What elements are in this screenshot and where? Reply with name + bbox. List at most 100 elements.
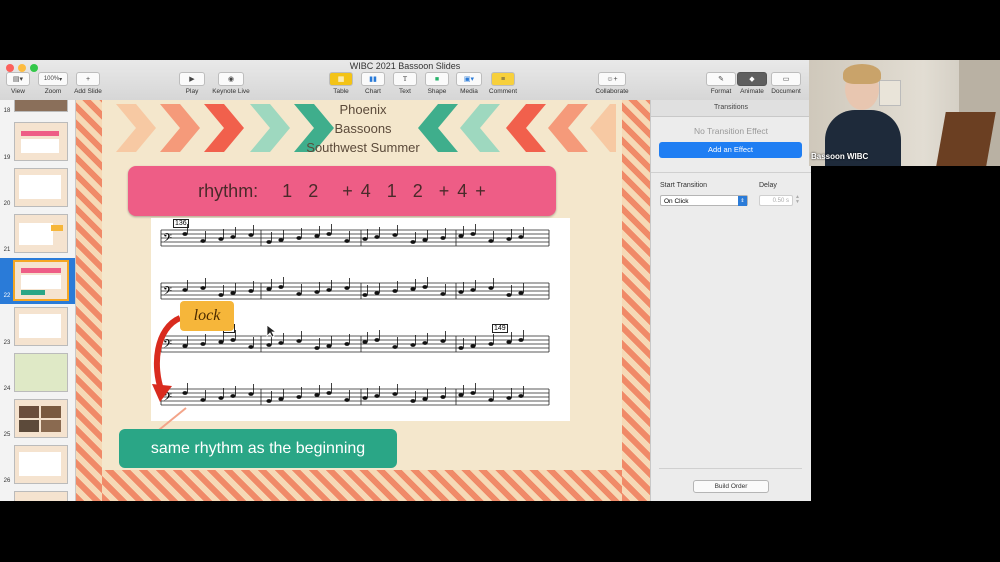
note-head bbox=[458, 346, 464, 350]
slide-thumbnail-26[interactable] bbox=[14, 445, 68, 484]
text-button[interactable]: T Text bbox=[392, 72, 418, 95]
add-effect-button[interactable]: Add an Effect bbox=[659, 142, 802, 158]
comment-button[interactable]: ≡ Comment bbox=[487, 72, 519, 95]
slide-thumbnail-18[interactable] bbox=[14, 100, 68, 112]
note-head bbox=[506, 237, 512, 241]
bass-clef-icon: 𝄢 bbox=[163, 232, 172, 248]
delay-input[interactable]: 0.50 s bbox=[759, 195, 793, 206]
document-button[interactable]: ▭ Document bbox=[768, 72, 804, 95]
add-slide-button[interactable]: + Add Slide bbox=[72, 72, 104, 95]
animate-button[interactable]: ◆ Animate bbox=[737, 72, 767, 95]
thumb-photo bbox=[19, 406, 39, 418]
play-button[interactable]: ▶ Play bbox=[178, 72, 206, 95]
thumb-score bbox=[19, 452, 61, 476]
slide-number: 24 bbox=[3, 386, 11, 392]
note-head bbox=[488, 398, 494, 402]
slide-number: 25 bbox=[3, 432, 11, 438]
chart-button[interactable]: ▮▮ Chart bbox=[360, 72, 386, 95]
note-head bbox=[506, 396, 512, 400]
media-button[interactable]: ▣▾ Media bbox=[456, 72, 482, 95]
shape-button[interactable]: ■ Shape bbox=[424, 72, 450, 95]
slide-canvas[interactable]: Phoenix Bassoons Southwest Summer rhythm… bbox=[76, 100, 650, 501]
note-head bbox=[458, 234, 464, 238]
note-head bbox=[218, 237, 224, 241]
shape-icon: ■ bbox=[425, 72, 449, 86]
start-transition-label: Start Transition bbox=[660, 182, 708, 189]
note-head bbox=[488, 286, 494, 290]
note-head bbox=[344, 398, 350, 402]
caption-banner[interactable]: same rhythm as the beginning bbox=[119, 429, 397, 468]
note-head bbox=[278, 341, 284, 345]
start-transition-value: On Click bbox=[664, 198, 689, 205]
note-head bbox=[296, 292, 302, 296]
note-head bbox=[248, 289, 254, 293]
note-head bbox=[266, 399, 272, 403]
format-button[interactable]: ✎ Format bbox=[706, 72, 736, 95]
collaborate-icon: ☺+ bbox=[598, 72, 626, 86]
divider bbox=[651, 172, 811, 173]
note-head bbox=[410, 287, 416, 291]
zoom-control[interactable]: 100% ▾ Zoom bbox=[37, 72, 69, 95]
note-head bbox=[470, 344, 476, 348]
slide-thumbnail-25[interactable] bbox=[14, 399, 68, 438]
delay-stepper[interactable]: ▲ ▼ bbox=[794, 195, 801, 206]
note-head bbox=[440, 339, 446, 343]
chevron-updown-icon: ⇕ bbox=[738, 196, 747, 206]
note-head bbox=[506, 340, 512, 344]
participant-name: Bassoon WIBC bbox=[811, 152, 869, 161]
inspector-tab-transitions[interactable]: Transitions bbox=[651, 100, 811, 117]
slide-thumbnail-20[interactable] bbox=[14, 168, 68, 207]
view-button[interactable]: ▤▾ View bbox=[4, 72, 32, 95]
paintbrush-icon: ✎ bbox=[706, 72, 736, 86]
note-head bbox=[344, 342, 350, 346]
note-head bbox=[266, 240, 272, 244]
thumb-banner bbox=[21, 268, 61, 273]
note-head bbox=[488, 342, 494, 346]
note-head bbox=[314, 393, 320, 397]
thumb-score bbox=[19, 314, 61, 338]
keynote-live-button[interactable]: ◉ Keynote Live bbox=[208, 72, 254, 95]
slide-thumbnail-23[interactable] bbox=[14, 307, 68, 346]
document-icon: ▭ bbox=[771, 72, 801, 86]
note-head bbox=[374, 235, 380, 239]
build-order-button[interactable]: Build Order bbox=[693, 480, 769, 493]
slide-thumbnail-24[interactable] bbox=[14, 353, 68, 392]
slide-number: 19 bbox=[3, 155, 11, 161]
note-head bbox=[470, 232, 476, 236]
broadcast-icon: ◉ bbox=[218, 72, 244, 86]
comment-icon: ≡ bbox=[491, 72, 515, 86]
divider bbox=[659, 468, 802, 469]
rhythm-banner[interactable]: rhythm: 1 2 + 4 1 2 + 4 + bbox=[128, 166, 556, 216]
note-head bbox=[518, 235, 524, 239]
note-head bbox=[518, 291, 524, 295]
thumb-score bbox=[21, 139, 59, 153]
slide-thumbnail-21[interactable] bbox=[14, 214, 68, 253]
sidebar-icon: ▤▾ bbox=[6, 72, 30, 86]
slide-thumbnail-19[interactable] bbox=[14, 122, 68, 161]
slide-navigator[interactable]: 18 19 20 21 22 23 24 25 26 bbox=[0, 100, 76, 501]
note-head bbox=[200, 286, 206, 290]
thumb-photo bbox=[19, 420, 39, 432]
webcam-video: Bassoon WIBC bbox=[809, 60, 1000, 166]
note-head bbox=[218, 396, 224, 400]
lock-label[interactable]: lock bbox=[180, 301, 234, 331]
note-head bbox=[518, 338, 524, 342]
table-button[interactable]: ▦ Table bbox=[328, 72, 354, 95]
text-icon: T bbox=[393, 72, 417, 86]
note-head bbox=[278, 397, 284, 401]
toolbar: WIBC 2021 Bassoon Slides ▤▾ View 100% ▾ Z… bbox=[0, 60, 810, 101]
plus-icon: + bbox=[76, 72, 100, 86]
note-head bbox=[392, 392, 398, 396]
left-chevron-border bbox=[76, 100, 102, 501]
note-head bbox=[392, 345, 398, 349]
collaborate-button[interactable]: ☺+ Collaborate bbox=[592, 72, 632, 95]
slide-thumbnail-27[interactable] bbox=[14, 491, 68, 501]
note-head bbox=[440, 395, 446, 399]
slide-thumbnail-22[interactable] bbox=[13, 260, 69, 301]
note-head bbox=[458, 290, 464, 294]
delay-label: Delay bbox=[759, 182, 777, 189]
zoom-select[interactable]: 100% ▾ bbox=[38, 72, 68, 86]
note-head bbox=[458, 393, 464, 397]
start-transition-select[interactable]: On Click ⇕ bbox=[660, 195, 748, 206]
media-icon: ▣▾ bbox=[456, 72, 482, 86]
